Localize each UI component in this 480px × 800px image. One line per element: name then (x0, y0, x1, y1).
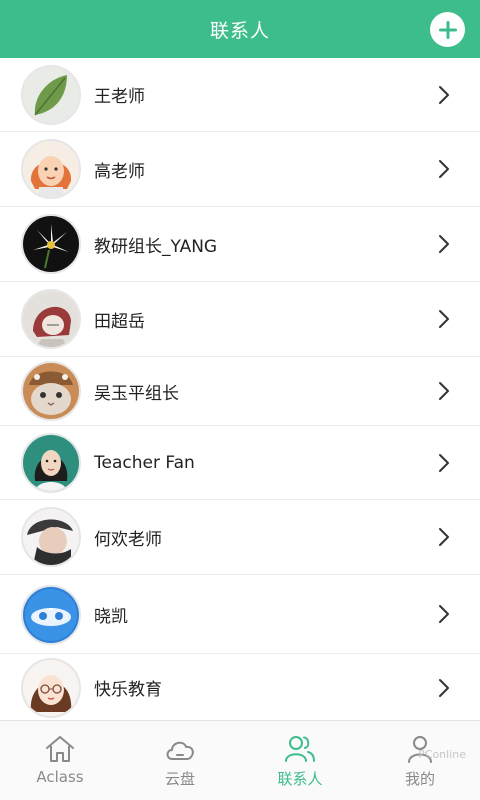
chevron-right-icon (439, 605, 449, 623)
contacts-icon (285, 736, 315, 762)
chevron-right-icon (439, 678, 449, 697)
lily-flower-avatar (21, 214, 81, 274)
contact-name: 吴玉平组长 (94, 383, 179, 404)
contact-row[interactable]: 快乐教育 (0, 654, 480, 721)
contact-row[interactable]: 高老师 (0, 132, 480, 207)
contact-name: 田超岳 (94, 311, 145, 332)
contact-name: 晓凯 (94, 606, 128, 627)
contacts-screen: 联系人 王老师 高老师 教研组长_YANG 田超岳 吴玉平组长 Teacher … (0, 0, 480, 800)
contact-list: 王老师 高老师 教研组长_YANG 田超岳 吴玉平组长 Teacher Fan … (0, 58, 480, 721)
woman-portrait-avatar (21, 433, 81, 493)
tab-label: 联系人 (277, 770, 323, 788)
cartoon-girl-avatar (21, 139, 81, 199)
top-bar: 联系人 (0, 0, 480, 58)
chevron-right-icon (439, 160, 449, 178)
home-icon (46, 736, 74, 762)
tab-label: 我的 (404, 770, 435, 788)
cloud-icon (166, 741, 194, 760)
blue-logo-avatar (21, 585, 81, 645)
cartoon-glasses-girl-avatar (21, 658, 81, 718)
contact-row[interactable]: 教研组长_YANG (0, 207, 480, 282)
contact-row[interactable]: 王老师 (0, 58, 480, 132)
plus-icon (438, 20, 457, 39)
tab-label: Aclass (36, 768, 84, 786)
hooded-figure-avatar (21, 289, 81, 349)
leaf-avatar (21, 65, 81, 125)
contact-name: 王老师 (94, 87, 145, 107)
contact-name: 快乐教育 (94, 680, 162, 700)
page-title: 联系人 (209, 19, 270, 42)
contact-row[interactable]: 吴玉平组长 (0, 357, 480, 426)
add-contact-button[interactable] (430, 12, 465, 47)
chevron-right-icon (439, 528, 449, 546)
contact-row[interactable]: 晓凯 (0, 575, 480, 654)
chevron-right-icon (439, 85, 449, 104)
contact-row[interactable]: Teacher Fan (0, 426, 480, 500)
contact-name: 高老师 (94, 161, 145, 182)
tab-cloud[interactable]: 云盘 (120, 721, 240, 800)
chevron-right-icon (439, 310, 449, 328)
contact-row[interactable]: 何欢老师 (0, 500, 480, 575)
watermark: PConline (418, 748, 466, 761)
tab-contacts[interactable]: 联系人 (240, 721, 360, 800)
tab-label: 云盘 (164, 770, 195, 788)
chevron-right-icon (439, 235, 449, 253)
contact-name: 教研组长_YANG (94, 236, 218, 257)
chevron-right-icon (439, 382, 449, 400)
cat-avatar (21, 361, 81, 421)
contact-row[interactable]: 田超岳 (0, 282, 480, 357)
contact-name: Teacher Fan (94, 452, 195, 473)
contact-name: 何欢老师 (94, 529, 162, 550)
bottom-tab-bar: Aclass 云盘 联系人 我的 (0, 720, 480, 800)
man-portrait-avatar (21, 507, 81, 567)
tab-aclass[interactable]: Aclass (0, 721, 120, 800)
chevron-right-icon (439, 453, 449, 472)
